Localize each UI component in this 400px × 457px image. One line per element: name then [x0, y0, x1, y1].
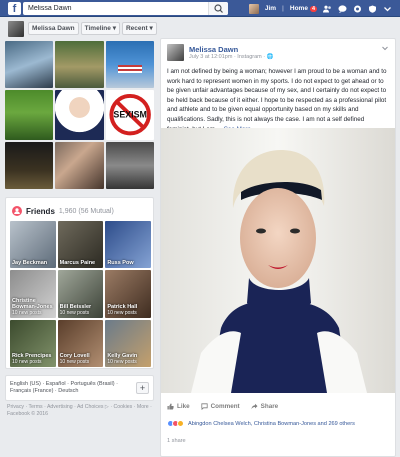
like-button[interactable]: Like — [167, 403, 190, 410]
chevron-down-icon: ▾ — [149, 25, 153, 32]
search-icon — [214, 4, 223, 13]
friend-tile[interactable]: Cory Lovell 10 new posts — [57, 319, 104, 367]
friend-name: Patrick Hall 10 new posts — [107, 303, 138, 316]
photo-grid: SEXISM — [5, 41, 154, 189]
photo-thumbnail[interactable] — [105, 141, 154, 189]
friend-tile[interactable]: Christine Bowman-Jones 10 new posts — [10, 270, 56, 318]
share-button[interactable]: Share — [251, 403, 279, 410]
profile-name-tab[interactable]: Melissa Dawn — [28, 22, 79, 35]
friend-tile[interactable]: Patrick Hall 10 new posts — [105, 270, 151, 318]
photo-thumbnail[interactable] — [5, 41, 54, 89]
photo-thumbnail[interactable] — [105, 41, 154, 89]
friends-grid: Jay Beckman Marcus Paine Russ Pow Christ… — [10, 221, 151, 367]
home-count-badge: 4 — [309, 5, 317, 12]
profile-avatar-small[interactable] — [8, 20, 24, 37]
photo-thumbnail[interactable] — [55, 41, 104, 89]
no-sexism-icon: SEXISM — [109, 94, 151, 136]
notifications-icon[interactable] — [353, 5, 362, 13]
reactions-summary[interactable]: Abingdon Chelsea Welch, Christina Bowman… — [167, 420, 393, 427]
post-card: Melissa Dawn July 3 at 12:01pm · Instagr… — [160, 38, 396, 457]
friend-name: Jay Beckman — [12, 260, 48, 267]
privacy-shortcuts-icon[interactable] — [368, 5, 377, 13]
shares-count[interactable]: 1 share — [167, 438, 186, 444]
search-button[interactable] — [208, 2, 228, 15]
post-author-avatar[interactable] — [167, 44, 184, 61]
friend-new-posts: 10 new posts — [107, 358, 137, 365]
account-menu-chevron-icon[interactable] — [383, 5, 392, 13]
friend-new-posts: 10 new posts — [12, 358, 42, 365]
friend-name: Kelly Gavin 10 new posts — [107, 352, 138, 365]
footer-links[interactable]: Privacy · Terms · Advertising · Ad Choic… — [7, 404, 155, 417]
language-card: English (US) · Español · Português (Bras… — [5, 375, 154, 401]
friend-tile[interactable]: Bill Beissler 10 new posts — [57, 270, 104, 318]
post-actions: Like Comment Share — [167, 403, 278, 410]
friend-new-posts: 10 new posts — [59, 309, 90, 316]
sexism-text: SEXISM — [113, 110, 146, 120]
post-meta: July 3 at 12:01pm · Instagram · 🌐 — [189, 54, 274, 60]
friend-name: Cory Lovell 10 new posts — [59, 352, 90, 365]
friend-name: Russ Pow — [107, 260, 134, 267]
reactions-text: Abingdon Chelsea Welch, Christina Bowman… — [188, 420, 355, 427]
comment-label: Comment — [210, 403, 240, 410]
profile-subnav: Melissa Dawn Timeline ▾ Recent ▾ — [8, 19, 158, 38]
friend-name: Rick Prencipes 10 new posts — [12, 352, 52, 365]
friend-name: Christine Bowman-Jones 10 new posts — [12, 298, 56, 316]
flag-graphic — [117, 65, 142, 73]
friend-name: Marcus Paine — [59, 260, 96, 267]
chevron-down-icon: ▾ — [112, 25, 116, 32]
top-navigation-bar: f Jim | Home 4 — [0, 0, 400, 17]
photo-thumbnail[interactable] — [55, 90, 104, 140]
add-language-button[interactable]: + — [136, 382, 149, 394]
friend-tile[interactable]: Marcus Paine — [57, 221, 104, 269]
post-photo[interactable] — [161, 128, 395, 393]
facebook-logo[interactable]: f — [8, 2, 21, 15]
friend-tile[interactable]: Russ Pow — [105, 221, 151, 269]
recent-tab-label: Recent — [125, 25, 148, 32]
messages-icon[interactable] — [338, 4, 347, 13]
nav-divider: | — [282, 5, 284, 12]
recent-tab[interactable]: Recent ▾ — [121, 22, 157, 35]
post-body: I am not defined by being a woman; howev… — [167, 67, 389, 134]
photo-thumbnail[interactable] — [55, 141, 104, 189]
wow-reaction-icon — [177, 420, 184, 427]
timeline-tab-label: Timeline — [84, 25, 111, 32]
photo-thumbnail-sexism[interactable]: SEXISM — [105, 90, 154, 140]
friend-new-posts: 10 new posts — [107, 309, 137, 316]
comment-button[interactable]: Comment — [201, 403, 240, 410]
photo-thumbnail[interactable] — [5, 90, 54, 140]
home-link[interactable]: Home — [290, 5, 308, 12]
friend-tile[interactable]: Jay Beckman — [10, 221, 56, 269]
comment-icon — [201, 403, 208, 410]
user-name-link[interactable]: Jim — [265, 5, 276, 12]
timeline-tab[interactable]: Timeline ▾ — [80, 22, 120, 35]
thumbs-up-icon — [167, 403, 174, 410]
friend-new-posts: 10 new posts — [59, 358, 90, 365]
friend-tile[interactable]: Rick Prencipes 10 new posts — [10, 319, 56, 367]
language-links[interactable]: English (US) · Español · Português (Bras… — [10, 381, 130, 395]
search-input[interactable] — [23, 2, 203, 15]
like-label: Like — [177, 403, 190, 410]
user-avatar[interactable] — [248, 3, 259, 14]
friends-icon — [12, 206, 22, 216]
friend-new-posts: 10 new posts — [12, 309, 42, 316]
friends-header: Friends 1,960 (56 Mutual) — [12, 206, 114, 216]
friend-name: Bill Beissler 10 new posts — [59, 303, 92, 316]
photo-thumbnail[interactable] — [5, 141, 54, 189]
post-body-text: I am not defined by being a woman; howev… — [167, 68, 387, 133]
friends-title[interactable]: Friends — [26, 207, 55, 216]
search-box[interactable] — [23, 2, 228, 15]
post-author-name[interactable]: Melissa Dawn — [189, 45, 238, 54]
friend-requests-icon[interactable] — [323, 5, 332, 13]
friend-tile[interactable]: Kelly Gavin 10 new posts — [105, 319, 151, 367]
top-right-nav: Jim | Home 4 — [248, 3, 392, 14]
share-label: Share — [260, 403, 279, 410]
friends-count: 1,960 (56 Mutual) — [58, 207, 114, 215]
post-options-chevron-icon[interactable] — [382, 46, 388, 51]
friends-card: Friends 1,960 (56 Mutual) Jay Beckman Ma… — [5, 197, 154, 369]
share-icon — [251, 403, 258, 410]
